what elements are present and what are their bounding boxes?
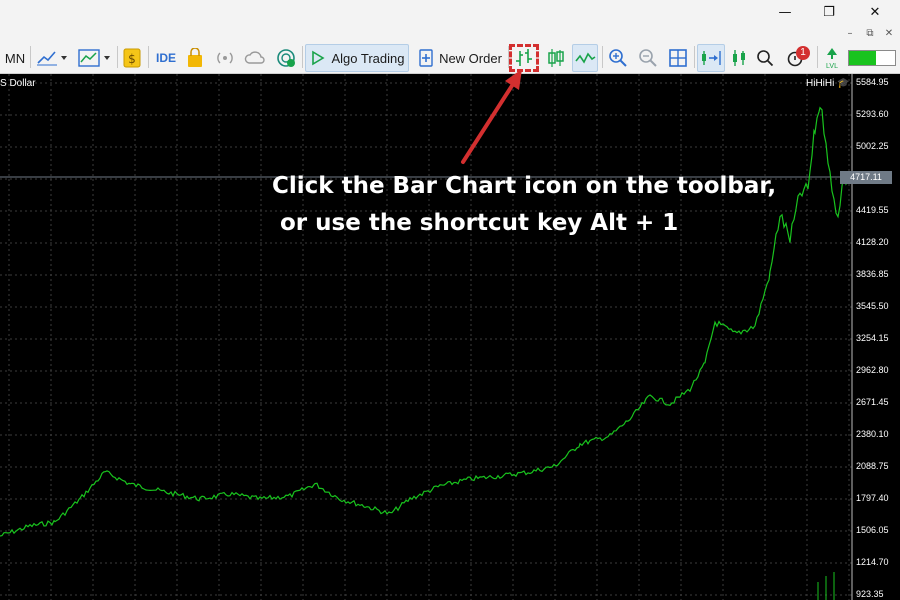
chart-shift-button[interactable]: [728, 44, 750, 72]
signals-icon: [217, 52, 233, 64]
search-button[interactable]: [754, 44, 776, 72]
price-chart[interactable]: [0, 74, 900, 600]
toolbar-separator: [117, 46, 118, 68]
signal-strength-bar: [848, 50, 896, 66]
zoom-out-button[interactable]: [636, 44, 660, 72]
indicators-icon: [78, 49, 110, 67]
svg-text:$: $: [128, 52, 136, 66]
trade-info-text: HiHiHi: [806, 78, 835, 89]
toolbar-separator: [602, 46, 603, 68]
chart-restore-button[interactable]: ⧉: [860, 26, 880, 40]
autoscroll-button[interactable]: [697, 44, 725, 72]
cloud-button[interactable]: [242, 44, 268, 72]
dollar-button[interactable]: $: [121, 44, 143, 72]
search-icon: [757, 50, 774, 67]
chart-type-dropdown[interactable]: [35, 44, 71, 72]
line-mode-button[interactable]: [572, 44, 598, 72]
price-axis-label: 2380.10: [856, 429, 889, 439]
candlestick-button[interactable]: [543, 44, 569, 72]
price-axis-label: 4419.55: [856, 205, 889, 215]
candlestick-icon: [548, 49, 564, 67]
chart-close-button[interactable]: ✕: [879, 26, 899, 40]
price-axis-label: 3836.85: [856, 269, 889, 279]
price-axis-label: 5584.95: [856, 77, 889, 87]
chart-canvas: [0, 74, 853, 600]
zoom-in-button[interactable]: [606, 44, 630, 72]
one-click-trading-label: HiHiHi 🎓: [806, 78, 850, 89]
toolbar-separator: [30, 46, 31, 68]
price-axis-label: 1214.70: [856, 557, 889, 567]
price-axis-label: 2088.75: [856, 461, 889, 471]
market-button[interactable]: [184, 44, 206, 72]
hat-icon: 🎓: [837, 78, 850, 89]
window-restore-button[interactable]: ❐: [806, 0, 852, 24]
price-line: [0, 106, 849, 537]
autoscroll-icon: [702, 51, 721, 65]
price-axis-label: 3545.50: [856, 301, 889, 311]
toolbar-separator: [817, 46, 818, 68]
chart-symbol-label: S Dollar: [0, 78, 36, 89]
new-order-label: New Order: [439, 50, 502, 66]
price-axis-label: 923.35: [856, 589, 884, 599]
chart-shift-icon: [733, 50, 745, 66]
price-axis-label: 2671.45: [856, 397, 889, 407]
notification-count-badge: 1: [796, 46, 810, 60]
algo-trading-button[interactable]: Algo Trading: [305, 44, 409, 72]
zoom-out-icon: [639, 49, 657, 67]
lvl-icon: LVL: [826, 48, 838, 70]
toolbar-separator: [694, 46, 695, 68]
price-axis-label: 5002.25: [856, 141, 889, 151]
play-icon: [311, 50, 325, 66]
timeframe-mn-button[interactable]: MN: [0, 44, 30, 72]
svg-text:LVL: LVL: [826, 63, 838, 70]
callout-line-1: Click the Bar Chart icon on the toolbar,: [272, 173, 777, 199]
window-minimize-button[interactable]: —: [762, 0, 808, 24]
callout-line-2: or use the shortcut key Alt + 1: [280, 210, 679, 236]
price-axis-label: 5293.60: [856, 109, 889, 119]
line-chart-icon: [37, 51, 67, 66]
tile-icon: [669, 49, 687, 67]
callout-arrow: [461, 69, 522, 164]
price-axis-label: 3254.15: [856, 333, 889, 343]
price-axis-label: 1506.05: [856, 525, 889, 535]
line-mode-icon: [575, 52, 596, 64]
vps-button[interactable]: [274, 44, 298, 72]
toolbar-separator: [302, 46, 303, 68]
price-axis-label: 2962.80: [856, 365, 889, 375]
cloud-icon: [244, 51, 265, 64]
toolbar-separator: [148, 46, 149, 68]
price-axis-label: 1797.40: [856, 493, 889, 503]
chart-grid: [0, 74, 852, 600]
signals-button[interactable]: [214, 44, 236, 72]
tile-windows-button[interactable]: [666, 44, 690, 72]
new-order-icon: [419, 49, 433, 67]
lvl-button[interactable]: LVL: [820, 44, 844, 72]
price-axis-label: 4128.20: [856, 237, 889, 247]
chart-minimize-button[interactable]: –: [840, 26, 860, 40]
algo-trading-label: Algo Trading: [331, 50, 405, 66]
vps-icon: [277, 49, 295, 67]
zoom-in-icon: [609, 49, 627, 67]
dollar-icon: $: [123, 48, 141, 68]
current-price-tag: 4717.11: [840, 171, 892, 184]
window-close-button[interactable]: ✕: [852, 0, 898, 24]
signal-strength-fill: [849, 51, 876, 65]
indicators-dropdown[interactable]: [76, 44, 114, 72]
market-icon: [188, 48, 202, 67]
ide-button[interactable]: IDE: [153, 44, 179, 72]
